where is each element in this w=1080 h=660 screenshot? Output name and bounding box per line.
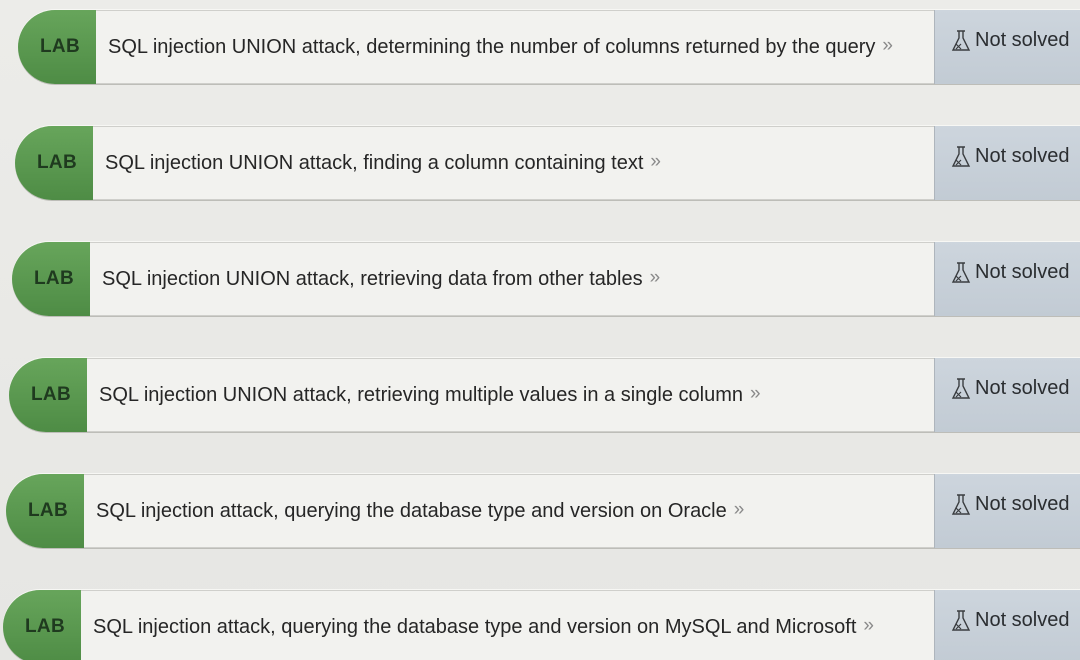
lab-list: LAB SQL injection UNION attack, determin… [0,0,1080,660]
lab-status-widget: Not solved [934,242,1080,316]
lab-badge: LAB [15,126,93,200]
lab-badge-label: LAB [25,616,65,637]
flask-icon [951,494,971,515]
lab-title-text[interactable]: SQL injection attack, querying the datab… [96,500,727,523]
lab-badge-label: LAB [37,152,77,173]
lab-badge: LAB [6,474,84,548]
lab-title-link[interactable]: SQL injection UNION attack, retrieving m… [87,358,934,432]
double-chevron-right-icon: » [863,615,874,636]
lab-badge-label: LAB [28,500,68,521]
lab-status-widget: Not solved [934,590,1080,660]
lab-status-text: Not solved [975,145,1070,167]
lab-status-widget: Not solved [934,126,1080,200]
lab-row-4[interactable]: LAB SQL injection UNION attack, retrievi… [9,358,1080,432]
lab-status-text: Not solved [975,377,1070,399]
lab-title-text[interactable]: SQL injection attack, querying the datab… [93,616,856,639]
lab-status-widget: Not solved [934,10,1080,84]
double-chevron-right-icon: » [733,499,745,520]
lab-title-text[interactable]: SQL injection UNION attack, retrieving d… [102,268,643,291]
lab-title-text[interactable]: SQL injection UNION attack, retrieving m… [99,384,743,407]
lab-badge-label: LAB [31,384,71,405]
lab-status-text: Not solved [975,29,1070,51]
lab-title-link[interactable]: SQL injection attack, querying the datab… [84,474,934,548]
flask-icon [951,610,971,631]
lab-status-text: Not solved [975,609,1070,631]
lab-badge: LAB [9,358,87,432]
lab-row-3[interactable]: LAB SQL injection UNION attack, retrievi… [12,242,1080,316]
double-chevron-right-icon: » [749,383,761,404]
lab-title-text[interactable]: SQL injection UNION attack, finding a co… [105,152,643,175]
flask-icon [951,146,971,167]
flask-icon [951,262,971,283]
lab-badge: LAB [3,590,81,660]
lab-badge: LAB [12,242,90,316]
double-chevron-right-icon: » [650,151,661,172]
double-chevron-right-icon: » [882,35,893,56]
lab-row-1[interactable]: LAB SQL injection UNION attack, determin… [18,10,1080,84]
lab-row-6[interactable]: LAB SQL injection attack, querying the d… [3,590,1080,660]
lab-badge-label: LAB [40,36,80,57]
lab-status-widget: Not solved [934,358,1080,432]
double-chevron-right-icon: » [649,267,661,288]
flask-icon [951,378,971,399]
lab-status-text: Not solved [975,261,1070,283]
lab-title-text[interactable]: SQL injection UNION attack, determining … [108,36,875,59]
flask-icon [951,30,971,51]
lab-status-widget: Not solved [934,474,1080,548]
lab-status-text: Not solved [975,493,1070,515]
lab-title-link[interactable]: SQL injection UNION attack, determining … [96,10,934,84]
lab-row-5[interactable]: LAB SQL injection attack, querying the d… [6,474,1080,548]
lab-badge: LAB [18,10,96,84]
lab-title-link[interactable]: SQL injection UNION attack, retrieving d… [90,242,934,316]
lab-title-link[interactable]: SQL injection UNION attack, finding a co… [93,126,934,200]
lab-title-link[interactable]: SQL injection attack, querying the datab… [81,590,934,660]
lab-row-2[interactable]: LAB SQL injection UNION attack, finding … [15,126,1080,200]
lab-badge-label: LAB [34,268,74,289]
